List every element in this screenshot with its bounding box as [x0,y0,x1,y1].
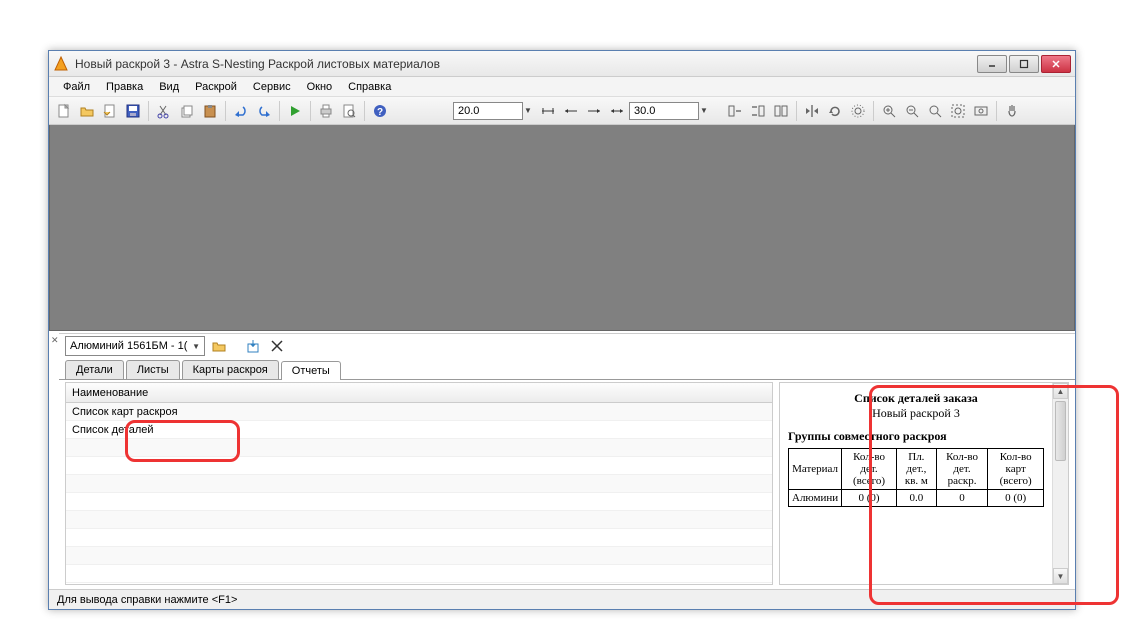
align-tool-1-icon[interactable] [724,100,746,122]
list-item [66,565,772,583]
zoom-all-icon[interactable] [970,100,992,122]
table-cell: 0 (0) [842,490,897,507]
table-header: Кол-во карт (всего) [988,449,1044,490]
chevron-down-icon: ▼ [192,342,200,351]
folder-open-icon[interactable] [209,336,229,356]
pan-icon[interactable] [1001,100,1023,122]
table-row: Алюмини 0 (0) 0.0 0 0 (0) [789,490,1044,507]
window-title: Новый раскрой 3 - Astra S-Nesting Раскро… [75,57,977,71]
bottom-panel: Алюминий 1561БМ - 1( ▼ Детали Листы Карт… [59,333,1075,587]
mirror-icon[interactable] [801,100,823,122]
dropdown-icon[interactable]: ▼ [524,106,536,115]
minimize-button[interactable] [977,55,1007,73]
dim-tool-2-icon[interactable] [560,100,582,122]
panel-toolbar: Алюминий 1561БМ - 1( ▼ [59,334,1075,358]
table-cell: 0 [936,490,988,507]
redo-icon[interactable] [253,100,275,122]
titlebar: Новый раскрой 3 - Astra S-Nesting Раскро… [49,51,1075,77]
report-list: Наименование Список карт раскроя Список … [65,382,773,585]
delete-icon[interactable] [267,336,287,356]
table-cell: 0.0 [896,490,936,507]
dim-tool-3-icon[interactable] [583,100,605,122]
cut-icon[interactable] [153,100,175,122]
table-header: Кол-во дет. раскр. [936,449,988,490]
scroll-up-icon[interactable]: ▲ [1053,383,1068,399]
panel-close-icon[interactable]: ✕ [51,335,59,346]
param2-input[interactable] [629,102,699,120]
dim-tool-1-icon[interactable] [537,100,559,122]
list-item [66,475,772,493]
tab-reports[interactable]: Отчеты [281,361,341,380]
align-tool-3-icon[interactable] [770,100,792,122]
table-cell: 0 (0) [988,490,1044,507]
import-icon[interactable] [243,336,263,356]
scroll-thumb[interactable] [1055,401,1066,461]
new-icon[interactable] [53,100,75,122]
report-preview: Список деталей заказа Новый раскрой 3 Гр… [779,382,1069,585]
table-cell: Алюмини [789,490,842,507]
scrollbar[interactable]: ▲ ▼ [1052,383,1068,584]
help-icon[interactable]: ? [369,100,391,122]
menu-file[interactable]: Файл [55,79,98,95]
align-tool-2-icon[interactable] [747,100,769,122]
undo-icon[interactable] [230,100,252,122]
menubar: Файл Правка Вид Раскрой Сервис Окно Спра… [49,77,1075,97]
list-item [66,511,772,529]
zoom-in-icon[interactable] [878,100,900,122]
open-icon[interactable] [76,100,98,122]
app-icon [53,56,69,72]
menu-help[interactable]: Справка [340,79,399,95]
menu-window[interactable]: Окно [299,79,341,95]
table-header: Материал [789,449,842,490]
menu-edit[interactable]: Правка [98,79,151,95]
preview-table: Материал Кол-во дет. (всего) Пл. дет., к… [788,448,1044,507]
preview-subtitle: Новый раскрой 3 [788,406,1044,421]
open-file-icon[interactable] [99,100,121,122]
column-header[interactable]: Наименование [66,383,772,403]
run-icon[interactable] [284,100,306,122]
toolbar: ? ▼ ▼ [49,97,1075,125]
list-item [66,493,772,511]
print-icon[interactable] [315,100,337,122]
tab-layouts[interactable]: Карты раскроя [182,360,279,379]
copy-icon[interactable] [176,100,198,122]
menu-nesting[interactable]: Раскрой [187,79,245,95]
save-icon[interactable] [122,100,144,122]
list-item [66,547,772,565]
dropdown-icon[interactable]: ▼ [700,106,712,115]
close-button[interactable] [1041,55,1071,73]
zoom-out-icon[interactable] [901,100,923,122]
settings-icon[interactable] [847,100,869,122]
tabs-row: Детали Листы Карты раскроя Отчеты [59,358,1075,380]
preview-group-heading: Группы совместного раскроя [788,429,1044,444]
app-window: Новый раскрой 3 - Astra S-Nesting Раскро… [48,50,1076,610]
statusbar: Для вывода справки нажмите <F1> [49,589,1075,609]
table-header: Пл. дет., кв. м [896,449,936,490]
menu-view[interactable]: Вид [151,79,187,95]
maximize-button[interactable] [1009,55,1039,73]
list-item[interactable]: Список деталей [66,421,772,439]
tab-details[interactable]: Детали [65,360,124,379]
status-text: Для вывода справки нажмите <F1> [57,594,237,606]
scroll-down-icon[interactable]: ▼ [1053,568,1068,584]
material-combo[interactable]: Алюминий 1561БМ - 1( ▼ [65,336,205,356]
menu-service[interactable]: Сервис [245,79,299,95]
zoom-window-icon[interactable] [947,100,969,122]
list-item [66,529,772,547]
table-header: Кол-во дет. (всего) [842,449,897,490]
list-item [66,457,772,475]
mdi-workspace [49,125,1075,331]
tab-sheets[interactable]: Листы [126,360,180,379]
zoom-fit-icon[interactable] [924,100,946,122]
svg-text:?: ? [377,107,383,118]
preview-icon[interactable] [338,100,360,122]
list-item [66,439,772,457]
dim-tool-4-icon[interactable] [606,100,628,122]
combo-value: Алюминий 1561БМ - 1( [70,340,187,352]
paste-icon[interactable] [199,100,221,122]
param1-input[interactable] [453,102,523,120]
preview-title: Список деталей заказа [788,391,1044,406]
rotate-icon[interactable] [824,100,846,122]
list-item[interactable]: Список карт раскроя [66,403,772,421]
